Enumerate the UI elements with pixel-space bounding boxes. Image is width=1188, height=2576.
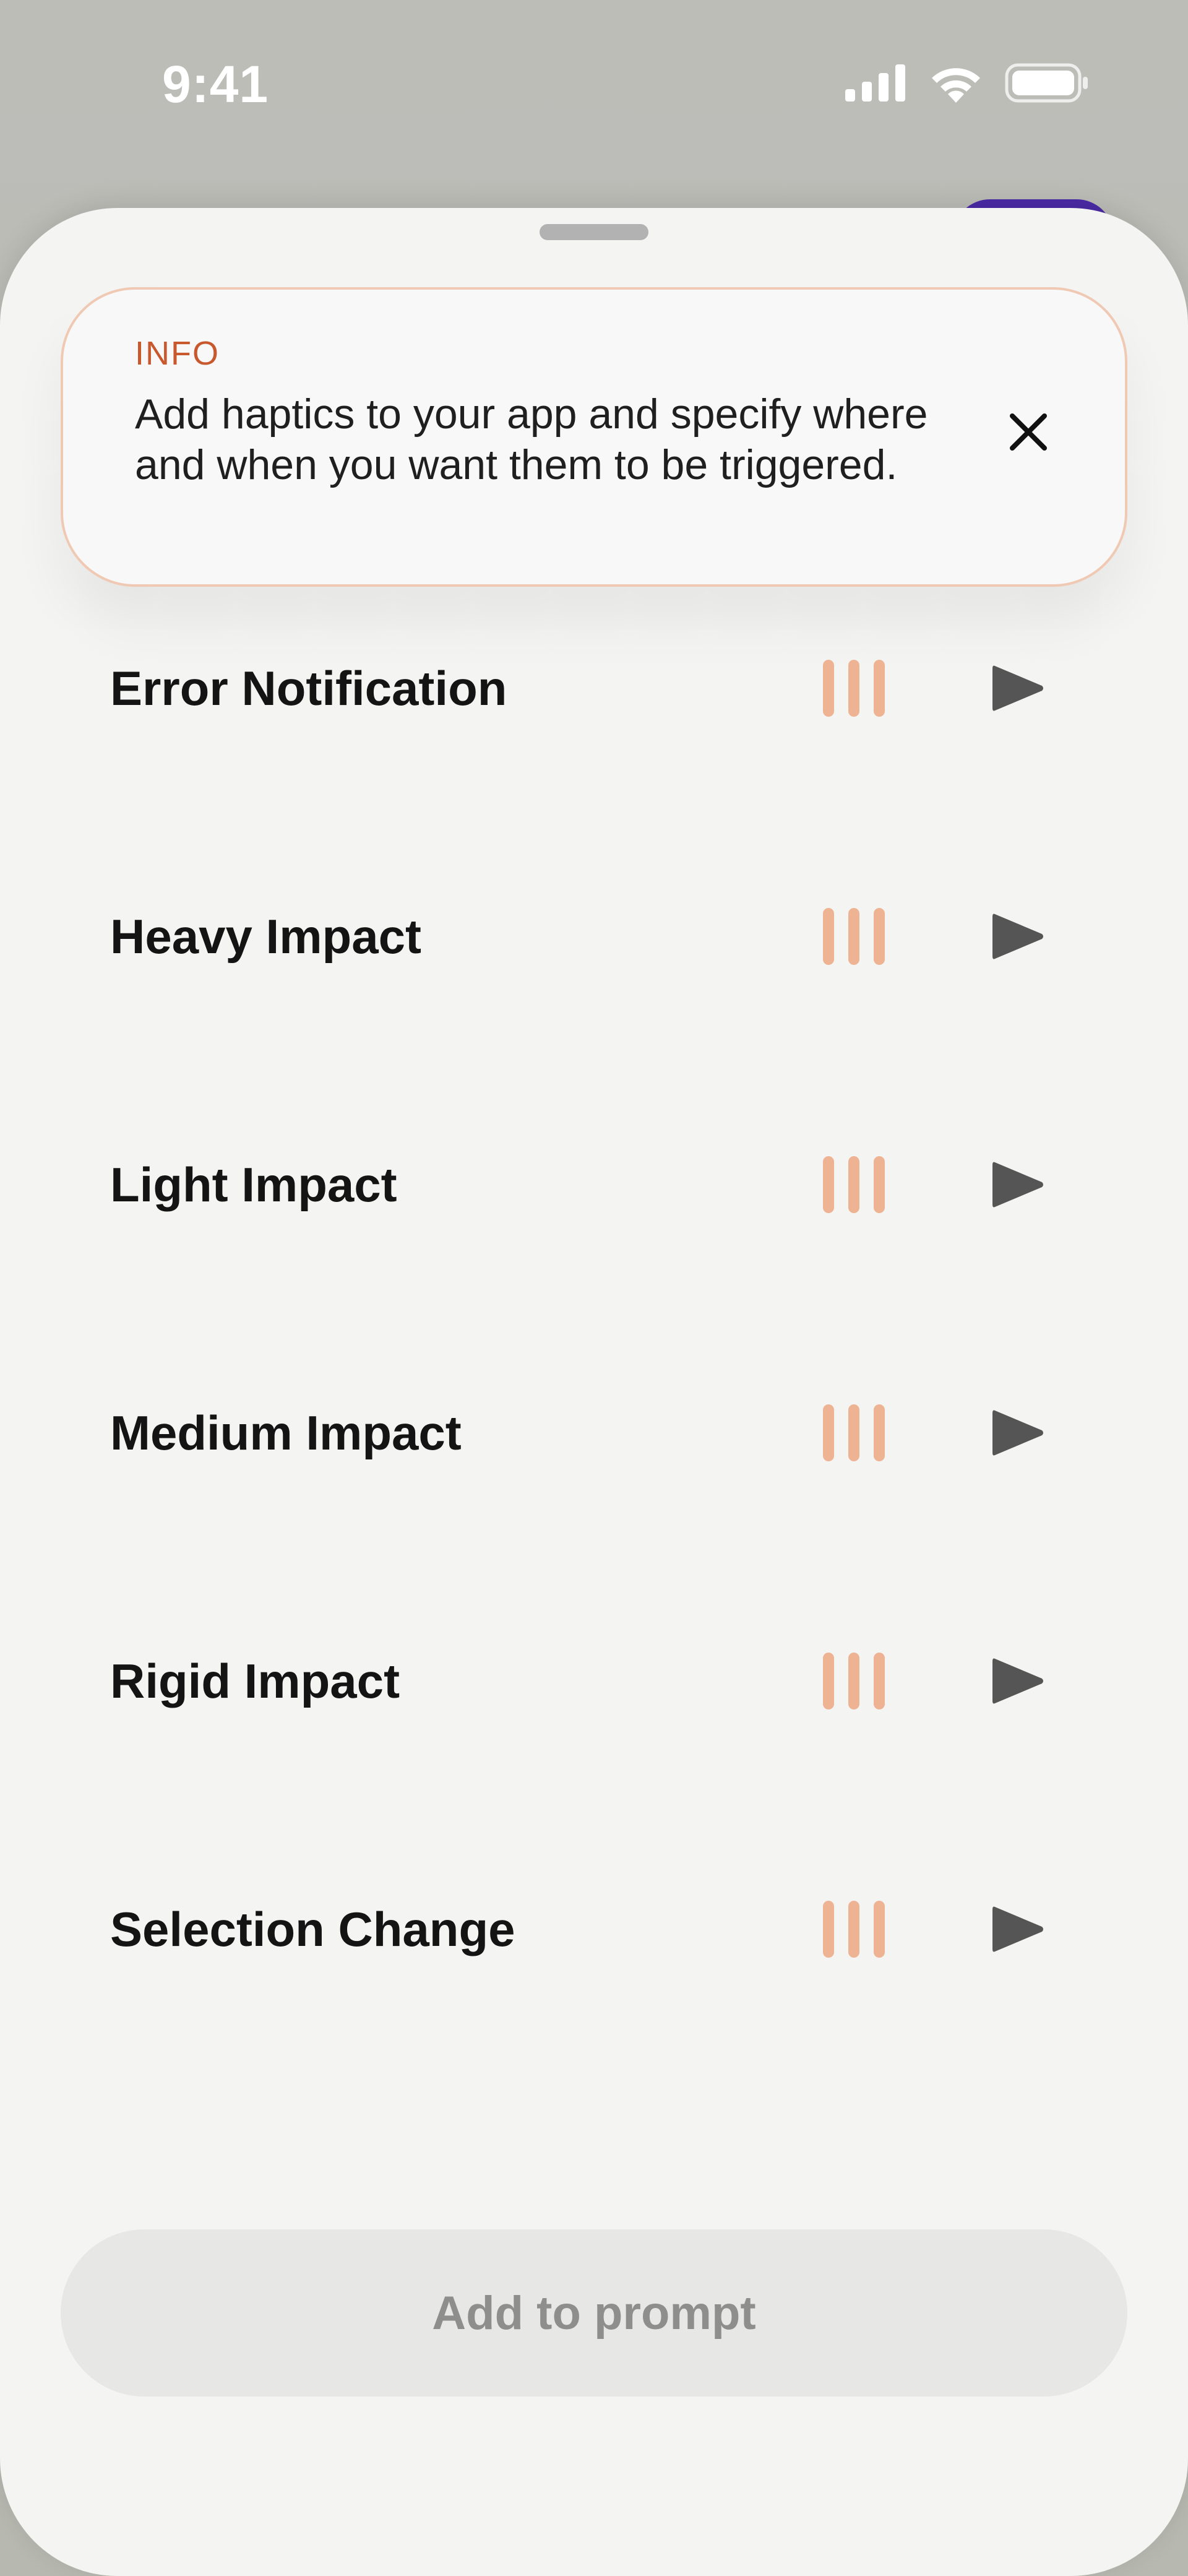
status-icons	[845, 63, 1089, 103]
battery-icon	[1005, 63, 1088, 103]
haptic-bar	[823, 908, 834, 965]
haptic-bar	[823, 1156, 834, 1213]
haptic-bar	[874, 1901, 885, 1958]
haptic-bar	[848, 1653, 859, 1709]
wifi-icon	[932, 68, 980, 103]
haptic-bar	[874, 660, 885, 717]
play-icon[interactable]	[990, 1408, 1046, 1458]
info-label: INFO	[135, 335, 220, 372]
haptic-bar	[848, 1901, 859, 1958]
haptic-label: Heavy Impact	[110, 909, 421, 964]
haptic-bar	[848, 1404, 859, 1461]
haptic-label: Rigid Impact	[110, 1654, 400, 1708]
list-item[interactable]: Heavy Impact	[0, 908, 1188, 1156]
list-item[interactable]: Selection Change	[0, 1901, 1188, 2149]
haptic-bar	[848, 660, 859, 717]
haptic-bars-icon	[823, 1156, 885, 1213]
haptic-bar	[848, 908, 859, 965]
play-icon[interactable]	[990, 663, 1046, 713]
info-banner: INFO Add haptics to your app and specify…	[61, 287, 1127, 587]
play-icon[interactable]	[990, 1904, 1046, 1954]
haptic-list: Error Notification Heavy Impact Light Impa…	[0, 660, 1188, 2149]
status-bar: 9:41	[0, 0, 1188, 186]
haptic-bars-icon	[823, 1404, 885, 1461]
haptic-bar	[874, 1156, 885, 1213]
haptic-bar	[823, 1404, 834, 1461]
haptic-bars-icon	[823, 908, 885, 965]
signal-icon	[845, 64, 905, 102]
haptic-bar	[874, 1653, 885, 1709]
haptic-bars-icon	[823, 660, 885, 717]
status-time: 9:41	[162, 55, 269, 113]
close-icon	[1010, 413, 1047, 451]
haptic-label: Light Impact	[110, 1157, 397, 1212]
close-button[interactable]	[991, 395, 1065, 469]
haptic-bar	[823, 1653, 834, 1709]
haptic-bars-icon	[823, 1653, 885, 1709]
info-text: Add haptics to your app and specify wher…	[135, 391, 928, 488]
haptic-bars-icon	[823, 1901, 885, 1958]
sheet-grabber[interactable]	[540, 224, 648, 240]
haptics-sheet: INFO Add haptics to your app and specify…	[0, 208, 1188, 2576]
haptic-bar	[823, 660, 834, 717]
list-item[interactable]: Light Impact	[0, 1156, 1188, 1404]
play-icon[interactable]	[990, 1160, 1046, 1209]
list-item[interactable]: Rigid Impact	[0, 1653, 1188, 1901]
haptic-label: Selection Change	[110, 1902, 515, 1956]
list-item[interactable]: Error Notification	[0, 660, 1188, 908]
play-icon[interactable]	[990, 1656, 1046, 1706]
haptic-bar	[874, 908, 885, 965]
add-to-prompt-button[interactable]: Add to prompt	[61, 2229, 1127, 2397]
haptic-bar	[823, 1901, 834, 1958]
haptic-label: Error Notification	[110, 661, 507, 715]
list-item[interactable]: Medium Impact	[0, 1404, 1188, 1653]
play-icon[interactable]	[990, 912, 1046, 961]
haptic-label: Medium Impact	[110, 1406, 462, 1460]
haptic-bar	[874, 1404, 885, 1461]
haptic-bar	[848, 1156, 859, 1213]
